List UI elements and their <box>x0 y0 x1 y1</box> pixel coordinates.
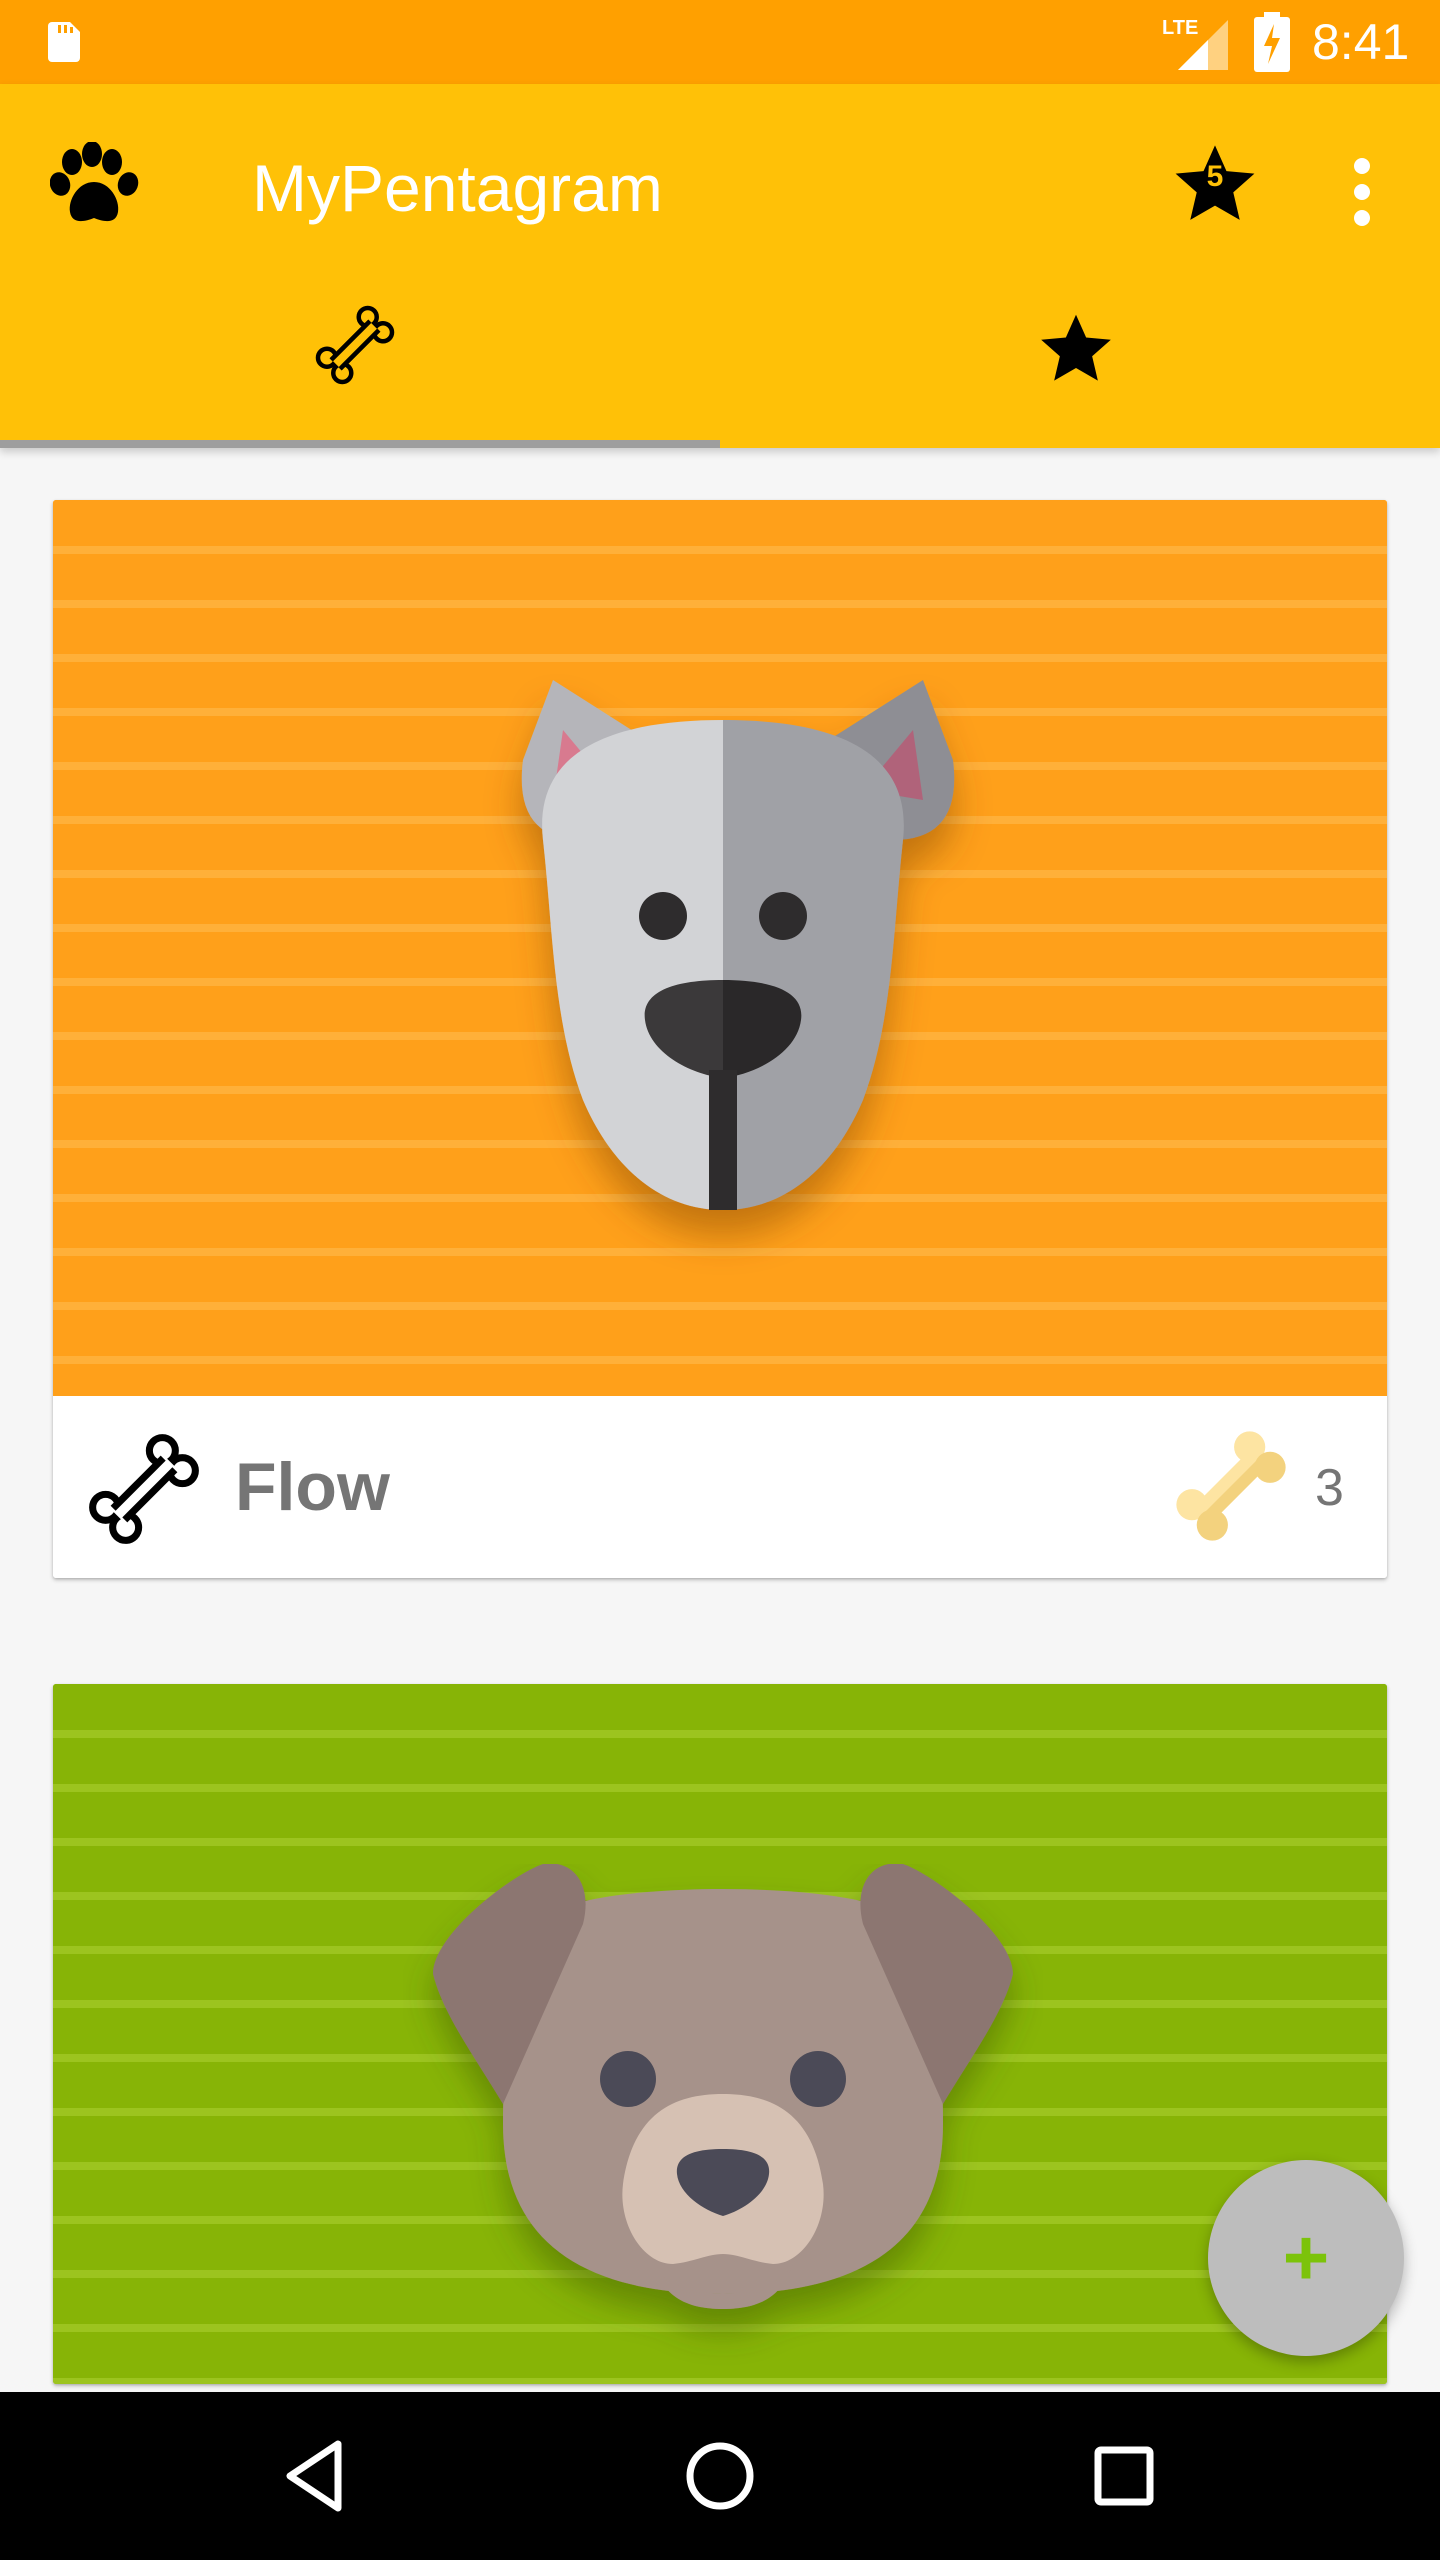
add-icon: + <box>1282 2213 1330 2302</box>
star-icon <box>1041 314 1111 381</box>
add-button[interactable]: + <box>1208 2160 1404 2356</box>
tab-bones[interactable] <box>0 264 720 448</box>
network-label: LTE <box>1162 17 1198 39</box>
bone-icon <box>89 1434 199 1544</box>
lte-signal-icon: LTE <box>1162 17 1228 70</box>
clock: 8:41 <box>1312 14 1410 70</box>
dog-name: Flow <box>235 1449 390 1525</box>
brown-dog-illustration <box>433 1864 1013 2309</box>
dog-image <box>53 1684 1387 2384</box>
dog-card[interactable] <box>53 1684 1387 2384</box>
app-bar: MyPentagram 5 <box>0 84 1440 448</box>
recents-icon[interactable] <box>1080 2432 1168 2520</box>
bone-icon <box>315 305 395 385</box>
tab-favorites[interactable] <box>720 264 1440 448</box>
battery-charging-icon <box>1254 12 1290 72</box>
favorites-button[interactable]: 5 <box>1172 140 1258 226</box>
tab-indicator <box>0 440 720 448</box>
card-footer: Flow 3 <box>53 1396 1387 1578</box>
sd-card-icon <box>48 22 80 62</box>
dog-image <box>53 500 1387 1396</box>
app-title: MyPentagram <box>252 151 663 225</box>
back-icon[interactable] <box>272 2432 360 2520</box>
gray-dog-illustration <box>521 680 955 1210</box>
dog-card[interactable]: Flow 3 <box>53 500 1387 1578</box>
home-icon[interactable] <box>676 2432 764 2520</box>
tab-bar <box>0 264 1440 448</box>
status-bar: LTE 8:41 <box>0 0 1440 84</box>
more-vert-icon[interactable] <box>1332 152 1392 232</box>
bone-count: 3 <box>1315 1459 1344 1517</box>
navigation-bar <box>0 2392 1440 2560</box>
paw-icon[interactable] <box>50 142 144 236</box>
favorites-count: 5 <box>1206 160 1224 193</box>
gold-bone-icon[interactable] <box>1171 1426 1291 1546</box>
